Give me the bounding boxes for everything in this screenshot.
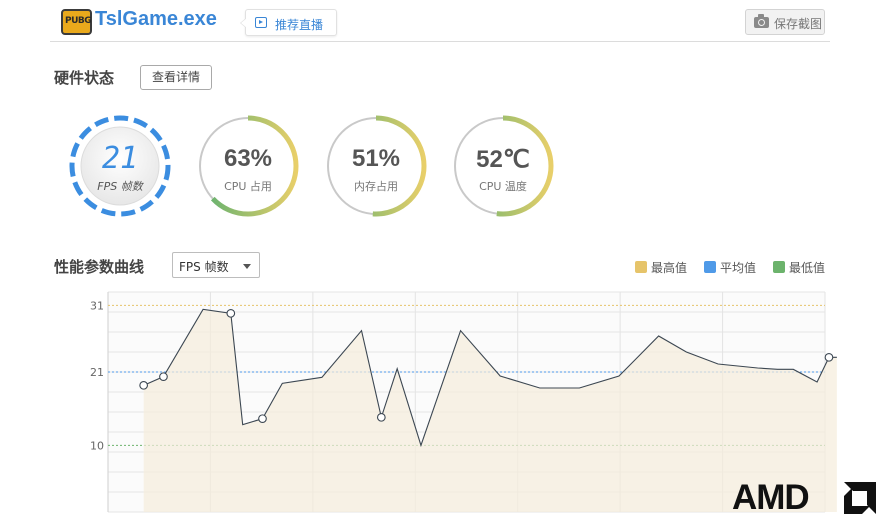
page: PUBG TslGame.exe 推荐直播 保存截图 硬件状态 查看详情 21 … [0,0,880,520]
data-point [139,380,149,390]
amd-arrow-icon [844,482,876,514]
y-tick-label: 31 [90,299,104,312]
performance-chart: 31 21 10 [90,291,837,513]
y-tick-label: 21 [90,366,104,379]
data-point [824,352,834,362]
amd-logo: AMD [730,478,878,518]
data-point [376,412,386,422]
data-point [258,414,267,424]
y-tick-label: 10 [90,439,104,452]
data-point [226,308,236,318]
amd-logo-text: AMD [732,478,810,517]
data-point [159,372,168,382]
